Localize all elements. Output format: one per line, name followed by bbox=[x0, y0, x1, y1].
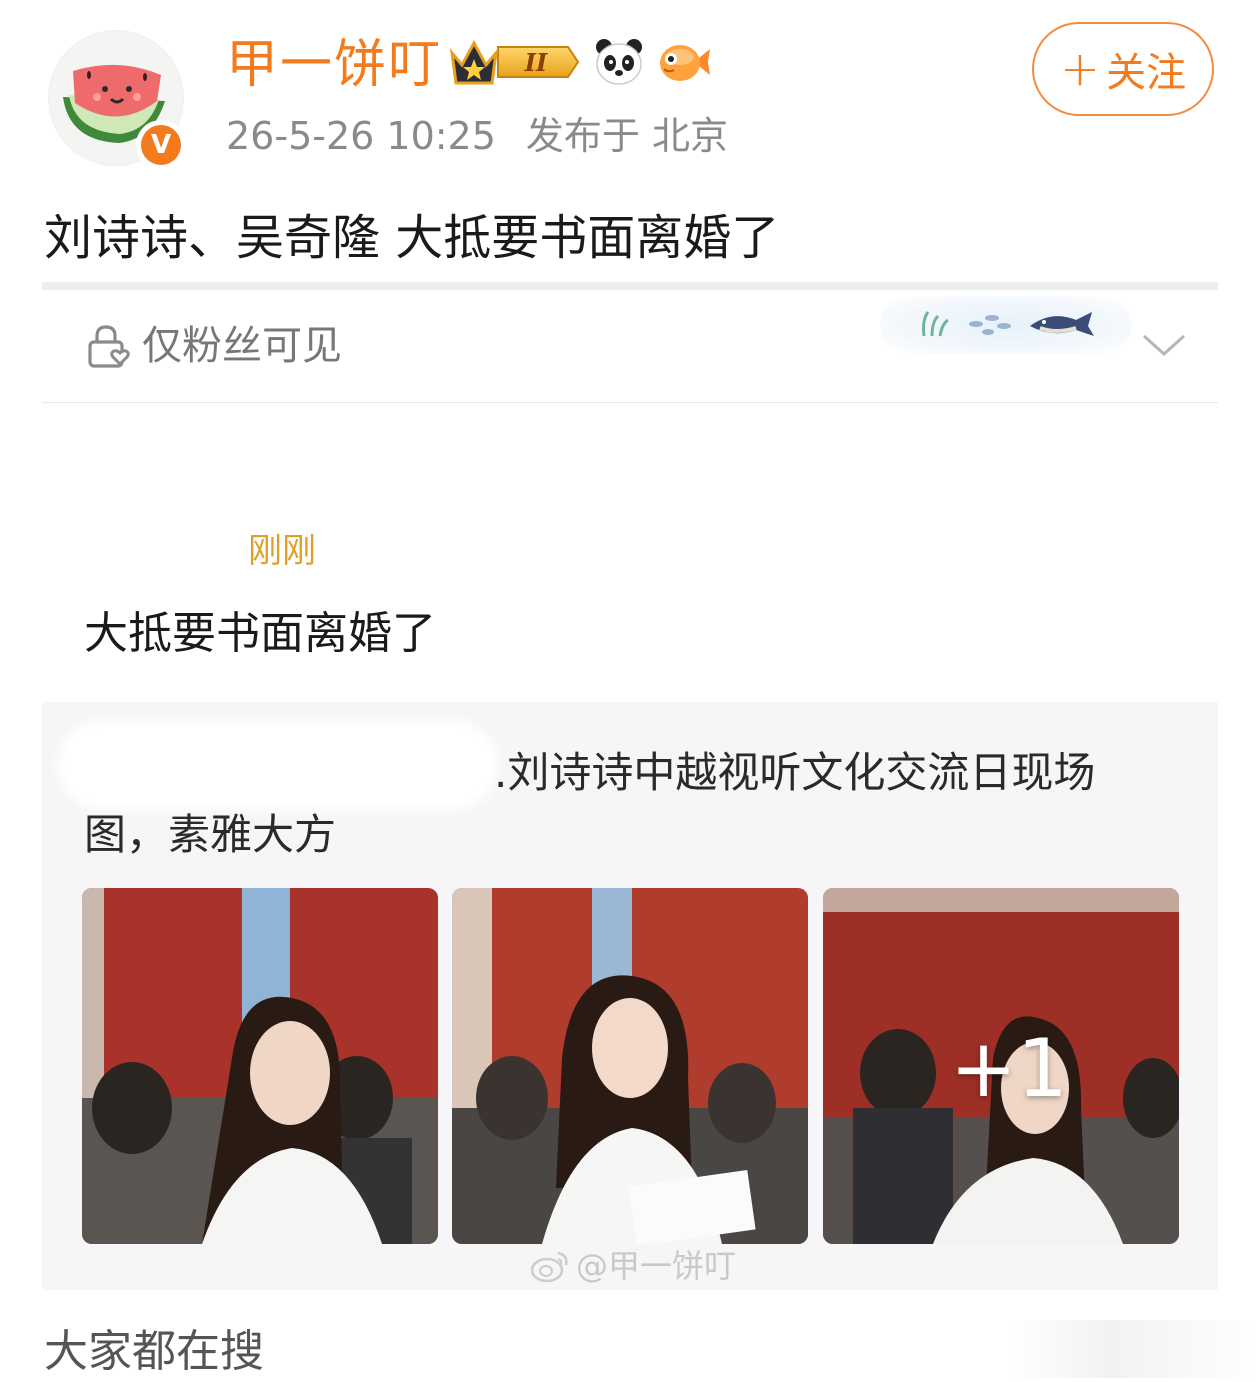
crown-level-badge-icon[interactable]: II bbox=[448, 37, 580, 87]
photo-thumbnail-2[interactable] bbox=[452, 888, 808, 1244]
visibility-label: 仅粉丝可见 bbox=[142, 323, 342, 369]
fish-decoration-icon bbox=[922, 311, 1094, 337]
chevron-down-icon[interactable] bbox=[1140, 326, 1188, 366]
plus-icon: + bbox=[1059, 41, 1101, 97]
user-badges: II bbox=[448, 36, 712, 88]
lock-heart-icon bbox=[88, 325, 130, 368]
comment-text: 大抵要书面离婚了 bbox=[84, 608, 436, 659]
follow-label: 关注 bbox=[1106, 50, 1187, 96]
username[interactable]: 甲一饼叮 bbox=[226, 30, 442, 100]
goldfish-icon[interactable] bbox=[658, 37, 712, 87]
watermark-text: @甲一饼叮 bbox=[576, 1247, 737, 1285]
post-text: 刘诗诗、吴奇隆 大抵要书面离婚了 bbox=[44, 210, 780, 266]
post-location: 发布于 北京 bbox=[525, 114, 728, 158]
verified-v-icon: V bbox=[141, 125, 181, 165]
post-timestamp: 26-5-26 10:25 bbox=[226, 114, 496, 158]
follow-button[interactable]: + 关注 bbox=[1032, 22, 1214, 116]
post-meta: 26-5-26 10:25 发布于 北京 bbox=[226, 108, 728, 164]
trending-search-title: 大家都在搜 bbox=[44, 1326, 264, 1377]
trending-fade bbox=[1010, 1320, 1260, 1378]
photo-thumbnail-1[interactable] bbox=[82, 888, 438, 1244]
comment-time: 刚刚 bbox=[248, 531, 316, 571]
divider bbox=[42, 282, 1218, 290]
divider bbox=[42, 402, 1218, 403]
quoted-text-line2: 图，素雅大方 bbox=[84, 810, 337, 859]
level-text: II bbox=[524, 48, 548, 77]
verified-badge: V bbox=[136, 120, 186, 170]
more-photos-count[interactable]: +1 bbox=[950, 1024, 1068, 1114]
quoted-text-line1: .刘诗诗中越视听文化交流日现场 bbox=[494, 748, 1096, 797]
redacted-area bbox=[58, 720, 498, 810]
ocean-decoration bbox=[880, 296, 1132, 354]
photo-image bbox=[452, 888, 808, 1244]
watermark: @甲一饼叮 bbox=[530, 1246, 736, 1286]
weibo-logo-icon bbox=[530, 1251, 568, 1283]
panda-icon[interactable] bbox=[594, 37, 644, 87]
photo-image bbox=[82, 888, 438, 1244]
